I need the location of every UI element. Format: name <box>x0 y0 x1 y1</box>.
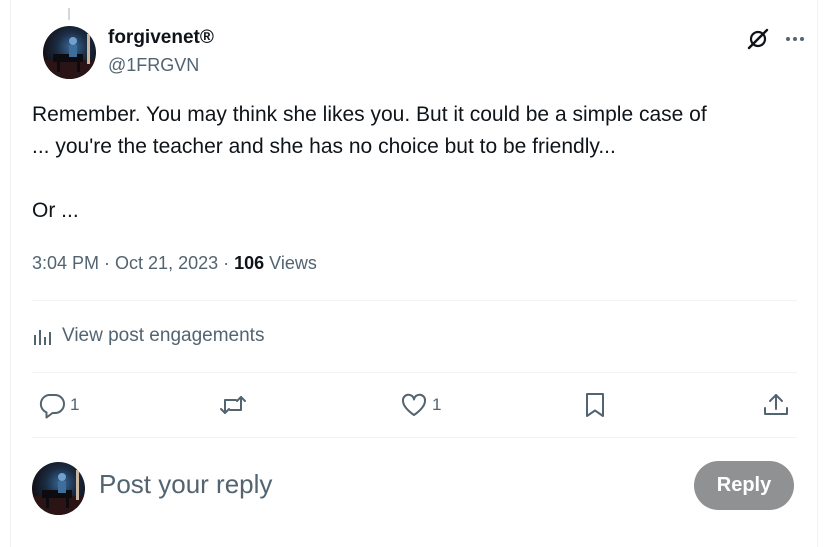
post-date[interactable]: Oct 21, 2023 <box>115 253 218 273</box>
post-text-line: ... you're the teacher and she has no ch… <box>32 135 616 158</box>
bookmark-icon <box>586 393 604 417</box>
current-user-avatar[interactable] <box>32 462 85 515</box>
views-label: Views <box>264 253 317 273</box>
bar-chart-icon <box>34 329 51 345</box>
divider <box>32 300 797 301</box>
repost-arrows-icon <box>220 396 246 414</box>
more-horizontal-icon[interactable] <box>783 27 807 51</box>
repost-action[interactable] <box>218 391 248 419</box>
reply-count: 1 <box>70 395 80 414</box>
divider <box>32 372 797 373</box>
like-count: 1 <box>432 395 442 414</box>
share-action[interactable] <box>762 391 790 419</box>
reply-input[interactable]: Post your reply <box>99 469 272 500</box>
speech-bubble-icon <box>39 394 65 419</box>
view-engagements-link[interactable]: View post engagements <box>32 323 264 349</box>
views-count: 106 <box>234 253 265 273</box>
meta-separator: · <box>218 253 235 273</box>
like-action[interactable]: 1 <box>400 391 441 419</box>
post-text: Remember. You may think she likes you. B… <box>32 99 802 227</box>
post-text-line: Or ... <box>32 199 79 222</box>
bookmark-action[interactable] <box>582 391 608 419</box>
heart-icon <box>401 393 427 416</box>
post-text-line: Remember. You may think she likes you. B… <box>32 103 707 126</box>
share-upload-icon <box>764 394 788 415</box>
author-name[interactable]: forgivenet® <box>108 27 214 49</box>
author-handle[interactable]: @1FRGVN <box>108 55 199 76</box>
thread-line <box>68 8 70 20</box>
meta-separator: · <box>99 253 116 273</box>
grok-icon[interactable] <box>746 27 770 51</box>
divider <box>32 437 797 438</box>
reply-button[interactable]: Reply <box>694 461 794 510</box>
author-avatar[interactable] <box>43 26 96 79</box>
reply-action[interactable]: 1 <box>38 391 79 419</box>
post-meta: 3:04 PM · Oct 21, 2023 · 106 Views <box>32 253 317 274</box>
view-engagements-label: View post engagements <box>62 325 265 346</box>
post-time[interactable]: 3:04 PM <box>32 253 99 273</box>
